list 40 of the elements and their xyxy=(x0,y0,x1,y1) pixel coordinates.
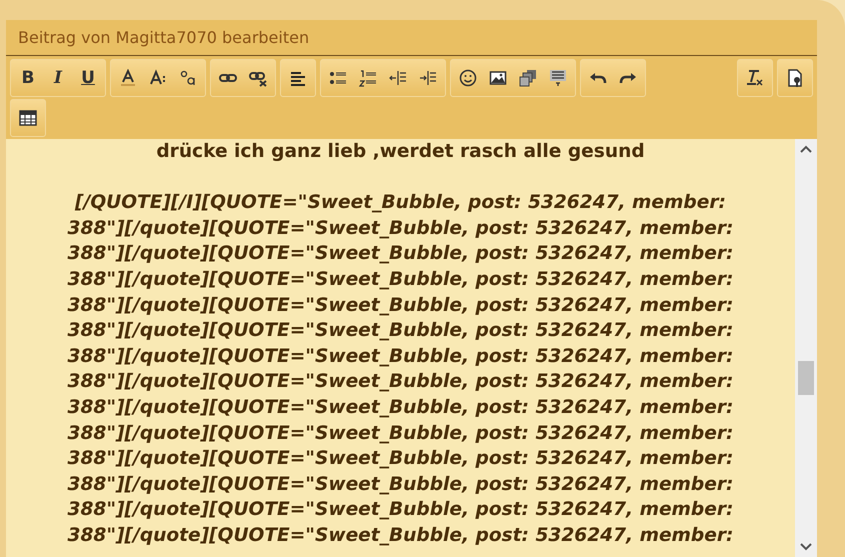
document-wrench-icon xyxy=(786,69,804,87)
text-line: 388"][/quote][QUOTE="Sweet_Bubble, post: 5326247, member: xyxy=(66,472,734,497)
bullet-list-icon xyxy=(329,69,347,87)
font-color-icon xyxy=(119,69,137,87)
dialog-title: Beitrag von Magitta7070 bearbeiten xyxy=(6,20,817,56)
italic-button[interactable]: I xyxy=(43,61,73,95)
numbered-list-icon xyxy=(359,69,377,87)
smiley-icon xyxy=(459,69,477,87)
underline-button[interactable]: U xyxy=(73,61,103,95)
text-line: 388"][/quote][QUOTE="Sweet_Bubble, post: 5326247, member: xyxy=(66,344,734,369)
text-line: 388"][/quote][QUOTE="Sweet_Bubble, post: 5326247, member: xyxy=(66,268,734,292)
text-line: drücke ich ganz lieb ,werdet rasch alle gesund xyxy=(155,140,646,164)
font-size-icon xyxy=(149,69,167,87)
scroll-up-icon[interactable] xyxy=(800,145,812,153)
indent-icon xyxy=(419,69,437,87)
table-icon xyxy=(19,109,37,127)
text-line: 388"][/quote][QUOTE="Sweet_Bubble, post: 5326247, member: xyxy=(66,396,734,420)
text-line: 388"][/quote][QUOTE="Sweet_Bubble, post: 5326247, member: xyxy=(66,422,734,446)
scroll-thumb[interactable] xyxy=(798,361,814,395)
stacked-pages-icon xyxy=(519,69,537,87)
text-line: [/QUOTE][/I][QUOTE="Sweet_Bubble, post: 5326247, member: xyxy=(74,191,727,216)
editor-area[interactable] xyxy=(6,139,817,557)
text-line: 388"][/quote][QUOTE="Sweet_Bubble, post: 5326247, member: xyxy=(66,447,734,472)
scroll-down-icon[interactable] xyxy=(800,543,812,551)
text-line: 388"][/quote][QUOTE="Sweet_Bubble, post: 5326247, member: xyxy=(66,294,734,318)
text-line: 388"][/quote][QUOTE="Sweet_Bubble, post: 5326247, member: xyxy=(66,498,734,522)
clear-format-icon xyxy=(746,69,764,87)
align-left-icon xyxy=(289,69,307,87)
text-line: 388"][/quote][QUOTE="Sweet_Bubble, post: 5326247, member: xyxy=(66,319,734,344)
outdent-icon xyxy=(389,69,407,87)
scrollbar[interactable] xyxy=(795,139,817,557)
text-line: 388"][/quote][QUOTE="Sweet_Bubble, post: 5326247, member: xyxy=(66,524,734,548)
image-icon xyxy=(489,69,507,87)
unlink-icon xyxy=(249,69,267,87)
text-block-icon xyxy=(549,69,567,87)
text-line: 388"][/quote][QUOTE="Sweet_Bubble, post: 5326247, member: xyxy=(66,216,734,241)
bold-button[interactable]: B xyxy=(13,61,43,95)
text-line: 388"][/quote][QUOTE="Sweet_Bubble, post: 5326247, member: xyxy=(66,370,734,394)
font-family-icon xyxy=(179,69,197,87)
text-line: 388"][/quote][QUOTE="Sweet_Bubble, post: 5326247, member: xyxy=(66,242,734,266)
